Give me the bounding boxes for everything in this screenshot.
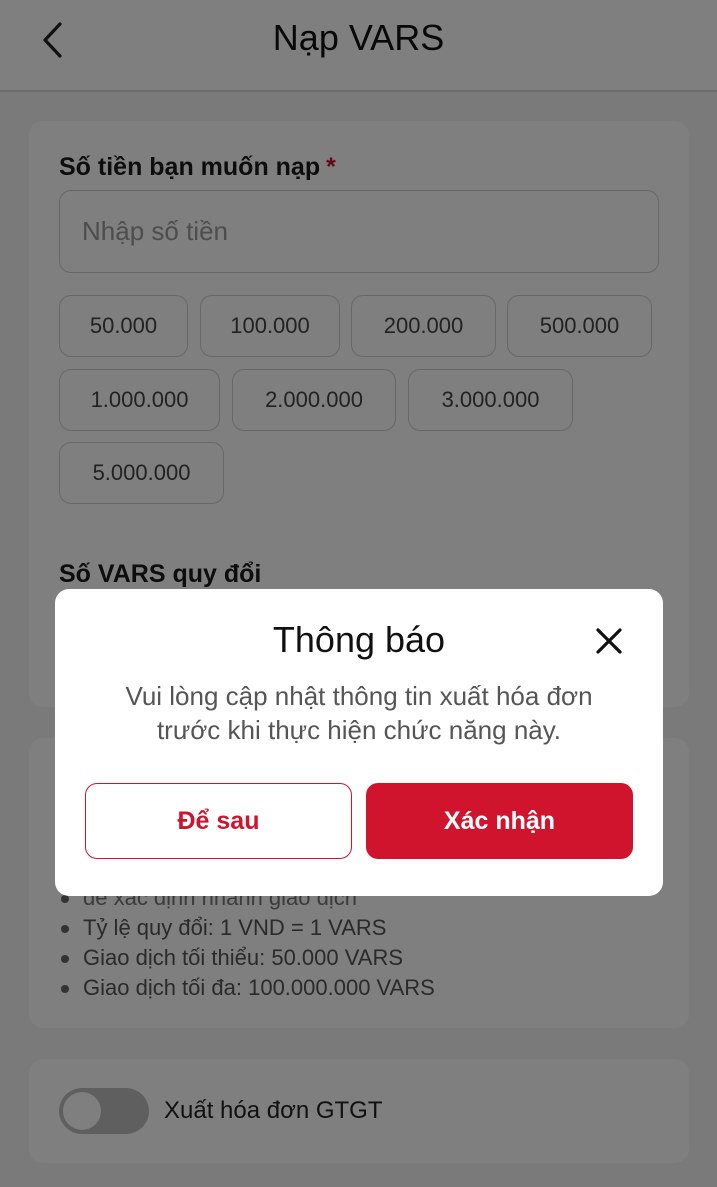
later-button[interactable]: Để sau xyxy=(85,783,352,859)
close-button[interactable] xyxy=(591,623,627,659)
close-icon xyxy=(596,628,622,654)
confirm-button[interactable]: Xác nhận xyxy=(366,783,633,859)
dialog-message-line: Vui lòng cập nhật thông tin xuất hóa đơn xyxy=(125,681,593,711)
dialog-message-line: trước khi thực hiện chức năng này. xyxy=(156,715,562,745)
dialog-message: Vui lòng cập nhật thông tin xuất hóa đơn… xyxy=(79,679,639,747)
dialog-title: Thông báo xyxy=(272,619,446,660)
notice-dialog: Thông báo Vui lòng cập nhật thông tin xu… xyxy=(55,589,663,896)
